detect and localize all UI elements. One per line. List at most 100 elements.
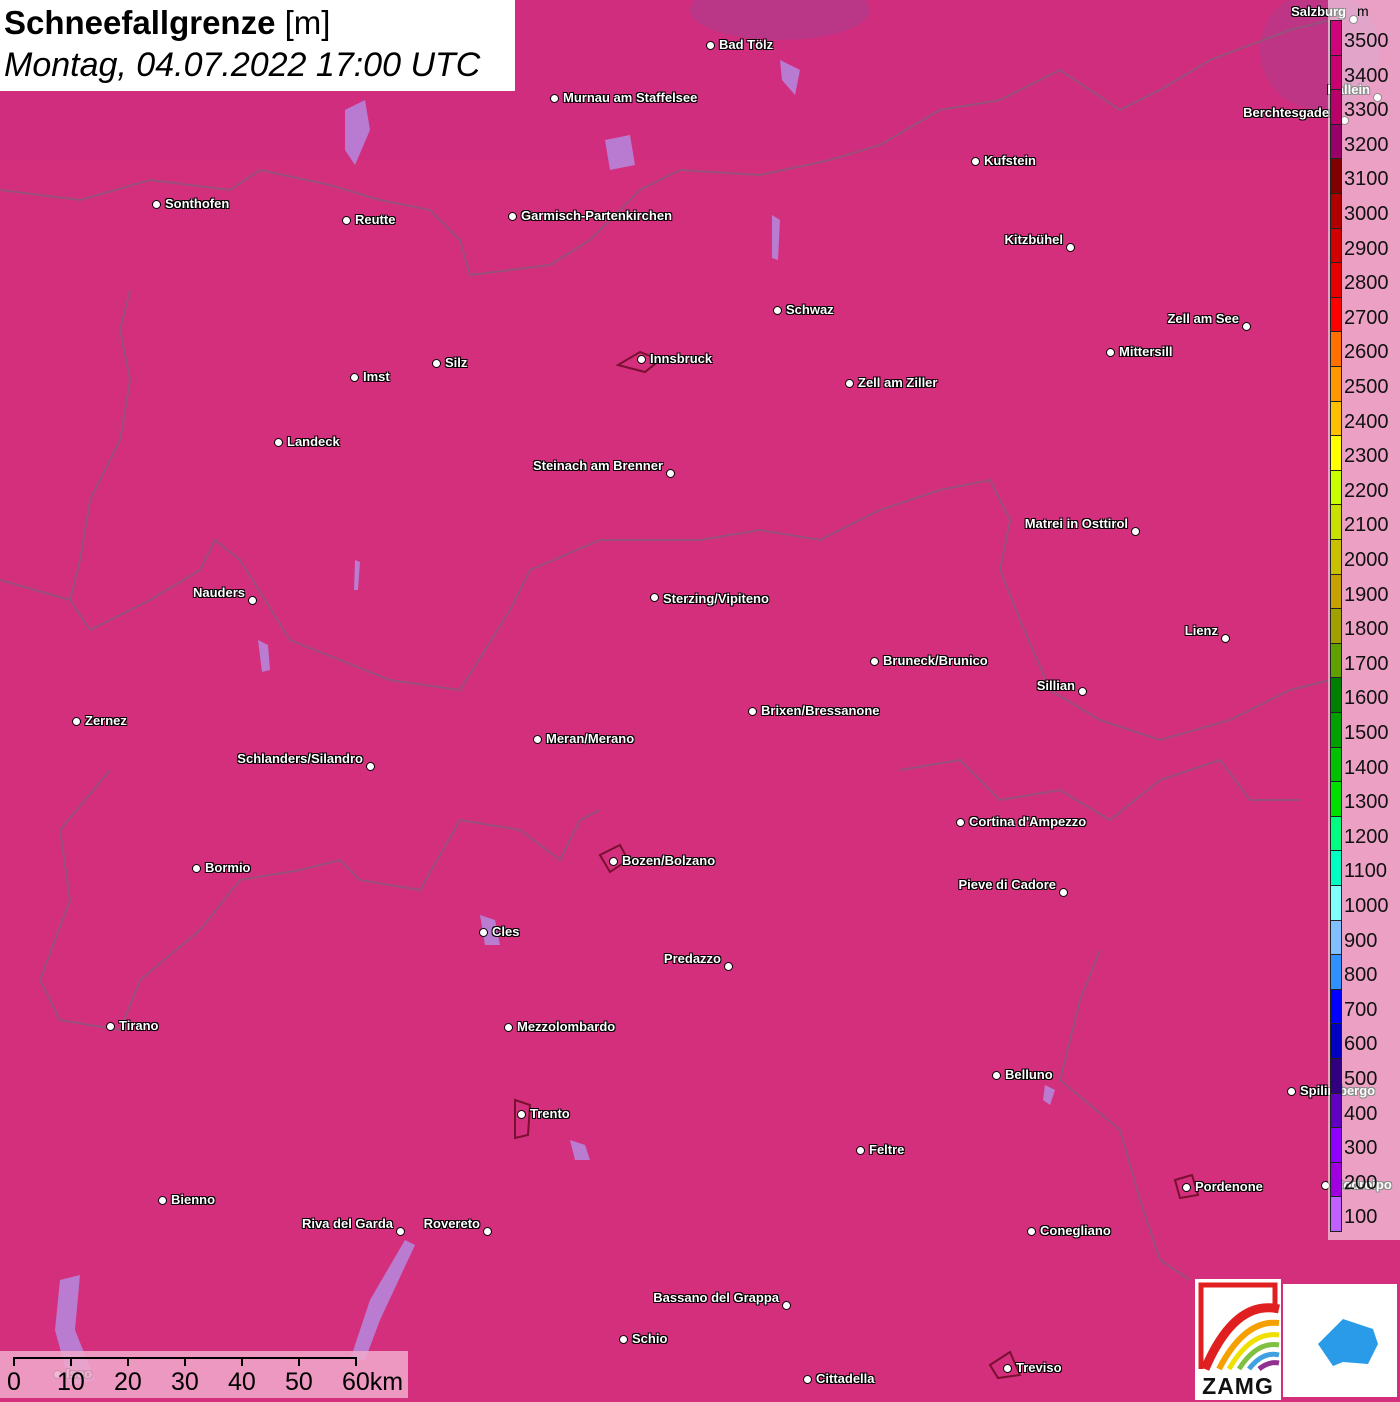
city-marker [1131, 527, 1140, 536]
city-marker [342, 216, 351, 225]
city-label: Predazzo [663, 951, 721, 966]
legend-label-1000: 1000 [1344, 895, 1389, 917]
city-label: Bad Tölz [719, 37, 774, 52]
legend-band-900 [1330, 919, 1342, 956]
city-marker [152, 200, 161, 209]
scale-label: 10 [57, 1368, 85, 1396]
city-label: Sterzing/Vipiteno [663, 591, 769, 606]
city-label: Innsbruck [650, 351, 713, 366]
legend-band-3400 [1330, 54, 1342, 91]
city-marker [504, 1023, 513, 1032]
city-label: Bienno [171, 1192, 216, 1207]
city-marker [1287, 1087, 1296, 1096]
legend-label-1200: 1200 [1344, 825, 1389, 848]
legend-band-300 [1330, 1127, 1342, 1163]
city-label: Meran/Merano [546, 731, 635, 746]
legend-band-1900 [1330, 573, 1342, 610]
city-label: Schlanders/Silandro [237, 751, 363, 766]
legend-band-200 [1330, 1161, 1342, 1198]
legend-label-1300: 1300 [1344, 791, 1389, 814]
legend-band-3200 [1330, 123, 1342, 160]
legend-band-2600 [1330, 331, 1342, 367]
legend-band-700 [1330, 988, 1342, 1025]
legend-band-1700 [1330, 642, 1342, 679]
city-label: Pieve di Cadore [958, 877, 1056, 892]
scale-label: 30 [171, 1368, 199, 1396]
city-marker [517, 1110, 526, 1119]
city-label: Imst [363, 369, 390, 384]
city-marker [1078, 687, 1087, 696]
house-cloud-icon [1318, 1319, 1378, 1366]
legend-label-1700: 1700 [1344, 652, 1389, 675]
legend-band-2900 [1330, 227, 1342, 264]
city-marker [724, 962, 733, 971]
zamg-logo: ZAMG [1195, 1279, 1281, 1400]
legend-band-2400 [1330, 400, 1342, 437]
scale-label: 50 [285, 1368, 313, 1396]
city-label: Reutte [355, 212, 396, 227]
city-label: Landeck [287, 434, 340, 449]
city-marker [1106, 348, 1115, 357]
city-marker [533, 735, 542, 744]
city-marker [773, 306, 782, 315]
city-marker [870, 657, 879, 666]
city-label: Cortina d'Ampezzo [969, 814, 1087, 829]
city-marker [956, 818, 965, 827]
title-box: Schneefallgrenze [m] Montag, 04.07.2022 … [0, 0, 515, 91]
city-label: Schio [632, 1331, 668, 1346]
legend-label-1500: 1500 [1344, 722, 1389, 744]
city-marker [856, 1146, 865, 1155]
city-marker [1003, 1364, 1012, 1373]
legend-band-1800 [1330, 608, 1342, 644]
city-marker [106, 1022, 115, 1031]
legend-band-3300 [1330, 89, 1342, 125]
scale-tick [241, 1357, 243, 1366]
city-marker [706, 41, 715, 50]
city-marker [1242, 322, 1251, 331]
city-label: Treviso [1016, 1360, 1062, 1375]
city-marker [845, 379, 854, 388]
city-label: Bozen/Bolzano [622, 853, 716, 868]
city-label: Berchtesgaden [1243, 105, 1337, 120]
city-label: Feltre [869, 1142, 905, 1157]
legend-band-1100 [1330, 850, 1342, 886]
city-marker [479, 928, 488, 937]
legend-band-2700 [1330, 296, 1342, 333]
city-marker [192, 864, 201, 873]
scale-tick [70, 1357, 72, 1366]
city-label: Cittadella [816, 1371, 875, 1386]
legend-label-400: 400 [1344, 1102, 1378, 1125]
legend-label-1900: 1900 [1344, 583, 1389, 606]
legend-label-2200: 2200 [1344, 479, 1389, 502]
scale-label: 20 [114, 1368, 142, 1396]
legend-band-1300 [1330, 781, 1342, 817]
legend-band-1000 [1330, 885, 1342, 921]
title-unit: [m] [284, 4, 331, 41]
city-label: Sillian [1036, 678, 1075, 693]
city-label: Conegliano [1040, 1223, 1111, 1238]
legend-label-1400: 1400 [1344, 756, 1389, 779]
city-label: Kitzbühel [1004, 232, 1064, 247]
city-marker [483, 1227, 492, 1236]
legend-label-3000: 3000 [1344, 203, 1389, 225]
legend-label-3100: 3100 [1344, 168, 1389, 191]
rainbow-icon [1198, 1282, 1280, 1371]
legend-band-600 [1330, 1023, 1342, 1059]
city-marker [1027, 1227, 1036, 1236]
legend-band-1600 [1330, 677, 1342, 713]
city-marker [666, 469, 675, 478]
city-label: Murnau am Staffelsee [563, 90, 698, 105]
legend-label-2100: 2100 [1344, 514, 1389, 537]
legend-label-800: 800 [1344, 964, 1378, 987]
city-marker [1221, 634, 1230, 643]
city-marker [550, 94, 559, 103]
city-label: Cles [492, 924, 520, 939]
zamg-text: ZAMG [1202, 1373, 1274, 1399]
city-marker [637, 355, 646, 364]
legend-label-2700: 2700 [1344, 306, 1389, 329]
legend-band-3000 [1330, 193, 1342, 229]
legend-band-1400 [1330, 746, 1342, 783]
city-marker [274, 438, 283, 447]
city-label: Zernez [85, 713, 127, 728]
legend-label-2300: 2300 [1344, 445, 1389, 468]
